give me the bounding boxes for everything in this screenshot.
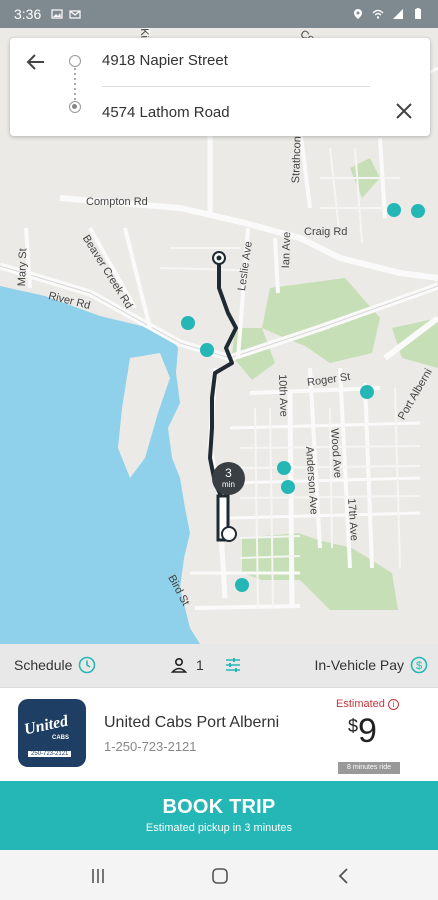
street-label: Ian Ave [280, 231, 294, 269]
filter-sliders-icon[interactable] [224, 656, 242, 674]
logo-phone: 250-723-2121 [28, 751, 72, 757]
clock-icon [79, 656, 96, 674]
estimated-text: Estimated [336, 698, 385, 710]
recent-apps-icon[interactable] [88, 866, 108, 886]
mail-notification-icon [69, 10, 81, 19]
provider-card[interactable]: United CABS 250-723-2121 United Cabs Por… [0, 688, 438, 781]
info-icon: i [387, 698, 399, 710]
passenger-selector[interactable]: 1 [170, 656, 242, 674]
origin-address[interactable]: 4918 Napier Street [102, 52, 228, 69]
pickup-estimate: Estimated pickup in 3 minutes [145, 822, 293, 834]
back-arrow-icon[interactable] [24, 50, 48, 74]
route-divider [102, 86, 370, 87]
payment-label: In-Vehicle Pay [314, 657, 405, 673]
payment-method-button[interactable]: In-Vehicle Pay $ [315, 656, 429, 674]
price-currency: $ [348, 716, 359, 736]
price-amount: 9 [358, 712, 377, 750]
provider-phone[interactable]: 1-250-723-2121 [104, 739, 197, 754]
provider-logo: United CABS 250-723-2121 [18, 699, 86, 767]
street-label: 10th Ave [276, 374, 290, 418]
schedule-label: Schedule [14, 657, 73, 673]
street-label: Mary St [16, 248, 30, 287]
status-bar: 3:36 [0, 0, 438, 28]
origin-marker [69, 55, 81, 67]
home-icon[interactable] [210, 866, 230, 886]
logo-subtext: CABS [52, 735, 70, 741]
book-trip-label: BOOK TRIP [162, 796, 276, 818]
book-trip-button[interactable]: BOOK TRIP Estimated pickup in 3 minutes [0, 781, 438, 850]
svg-text:$: $ [416, 660, 422, 672]
back-icon[interactable] [334, 866, 354, 886]
schedule-button[interactable]: Schedule [14, 656, 96, 674]
person-icon [170, 657, 188, 673]
signal-icon [393, 9, 403, 19]
ride-time-badge: 8 minutes ride [338, 762, 400, 774]
eta-unit: min [222, 480, 235, 489]
close-icon[interactable] [394, 101, 414, 121]
eta-badge: 3 min [212, 462, 245, 495]
street-label: Compton Rd [86, 196, 148, 208]
gallery-notification-icon [51, 9, 63, 19]
trip-options-bar: Schedule 1 In-Vehicle Pay $ [0, 644, 438, 688]
destination-address[interactable]: 4574 Lathom Road [102, 104, 230, 121]
status-time: 3:36 [14, 6, 42, 22]
dollar-circle-icon: $ [410, 656, 428, 674]
battery-icon [415, 8, 421, 19]
location-icon [354, 9, 362, 19]
price-display: $9 [348, 712, 377, 751]
route-connector [74, 68, 76, 100]
estimated-label[interactable]: Estimated i [336, 698, 399, 710]
street-label: Strathcona [290, 129, 304, 184]
provider-name: United Cabs Port Alberni [104, 714, 280, 731]
passenger-count: 1 [196, 657, 204, 673]
wifi-icon [372, 9, 384, 19]
street-label: Craig Rd [304, 226, 348, 238]
eta-number: 3 [225, 466, 232, 480]
destination-marker [69, 101, 81, 113]
system-nav-bar [0, 850, 438, 900]
